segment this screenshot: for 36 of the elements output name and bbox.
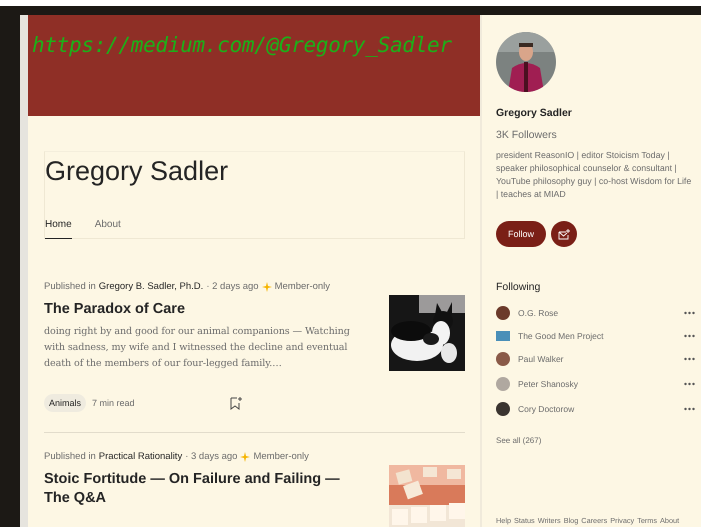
following-item[interactable]: Cory Doctorow bbox=[518, 404, 676, 414]
publication-link[interactable]: Practical Rationality bbox=[98, 451, 182, 462]
member-only-label: Member-only bbox=[274, 281, 330, 292]
post-age: · 2 days ago bbox=[206, 281, 259, 292]
mail-icon bbox=[558, 228, 570, 240]
more-icon[interactable] bbox=[684, 334, 695, 338]
profile-name: Gregory Sadler bbox=[45, 156, 230, 187]
article-title[interactable]: Stoic Fortitude — On Failure and Failing — The Q&A bbox=[44, 470, 369, 508]
publication-link[interactable]: Gregory B. Sadler, Ph.D. bbox=[98, 281, 204, 292]
section-heading: Following bbox=[496, 281, 542, 293]
following-item[interactable]: O.G. Rose bbox=[518, 308, 676, 318]
post-age: · 3 days ago bbox=[185, 451, 238, 462]
following-item[interactable]: The Good Men Project bbox=[518, 331, 676, 341]
member-only-label: Member-only bbox=[253, 451, 309, 462]
subscribe-button[interactable] bbox=[551, 221, 577, 247]
topic-tag[interactable]: Animals bbox=[44, 394, 86, 412]
more-icon[interactable] bbox=[684, 311, 695, 315]
article-title[interactable]: The Paradox of Care bbox=[44, 300, 369, 319]
nav-tab[interactable]: Home bbox=[45, 219, 72, 239]
following-item[interactable]: Peter Shanosky bbox=[518, 379, 676, 389]
author-bio: president ReasonIO | editor Stoicism Today | speaker philosophical counselor & consultant | YouTube philosophy guy | co-host Wisdom for Life | teaches at MIAD bbox=[496, 149, 692, 201]
author-name: Gregory Sadler bbox=[496, 107, 573, 119]
follow-button[interactable]: Follow bbox=[496, 221, 546, 247]
read-time: 7 min read bbox=[92, 398, 135, 408]
article-excerpt: doing right by and good for our animal companions — Watching with sadness, my wife and I witnessed the decline and eventual death of the members of our four-legged family.… bbox=[44, 325, 351, 371]
more-icon[interactable] bbox=[684, 382, 695, 386]
published-label: Published in bbox=[44, 451, 96, 462]
see-all-link[interactable]: See all (267) bbox=[496, 436, 701, 445]
nav-tab[interactable]: About bbox=[94, 219, 121, 239]
following-item[interactable]: Paul Walker bbox=[518, 354, 676, 364]
bookmark-icon[interactable] bbox=[230, 396, 243, 410]
published-label: Published in bbox=[44, 281, 96, 292]
more-icon[interactable] bbox=[684, 407, 695, 411]
url-caption: https://medium.com/@Gregory_Sadler bbox=[32, 33, 453, 57]
more-icon[interactable] bbox=[684, 357, 695, 361]
follower-count[interactable]: 3K Followers bbox=[496, 129, 701, 141]
